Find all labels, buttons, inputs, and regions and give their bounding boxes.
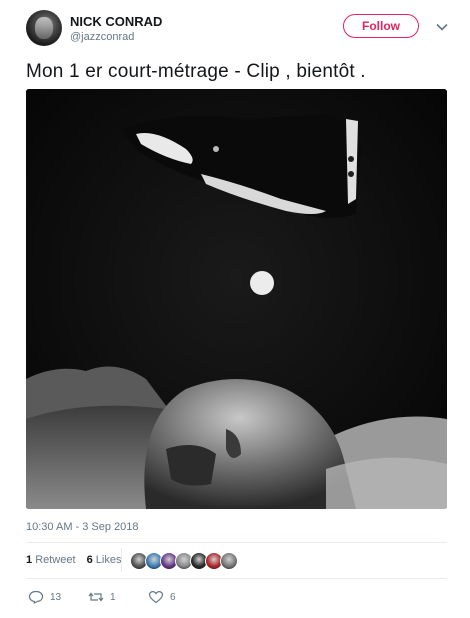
likes-stat-label: Likes (95, 554, 122, 566)
likes-count: 6 (86, 554, 93, 566)
reply-button[interactable]: 13 (28, 589, 61, 605)
user-avatar[interactable] (26, 10, 62, 46)
divider-bottom (26, 578, 447, 579)
tweet-timestamp[interactable]: 10:30 AM - 3 Sep 2018 (26, 521, 139, 533)
like-button[interactable]: 6 (148, 589, 176, 605)
divider-top (26, 542, 447, 543)
likes-stat[interactable]: 6 Likes (87, 554, 122, 566)
retweet-count: 1 (26, 554, 33, 566)
like-action-count: 6 (170, 591, 176, 603)
tweet-photo[interactable] (26, 89, 447, 509)
chevron-down-icon[interactable] (435, 20, 449, 34)
reply-icon (28, 590, 44, 604)
tweet-stats: 1 Retweet 6 Likes (26, 554, 129, 566)
heart-icon (148, 590, 164, 604)
user-display-name[interactable]: NICK CONRAD (70, 14, 162, 29)
retweet-stat[interactable]: 1 Retweet (26, 554, 76, 566)
retweet-action-count: 1 (110, 591, 116, 603)
retweet-icon (88, 592, 104, 602)
follow-button[interactable]: Follow (343, 14, 419, 38)
retweet-stat-label: Retweet (35, 554, 76, 566)
retweet-button[interactable]: 1 (88, 589, 116, 605)
stats-separator (121, 548, 122, 572)
reply-count: 13 (50, 591, 62, 603)
avatar-7[interactable] (220, 552, 238, 570)
photo-image (26, 89, 447, 509)
tweet-header: NICK CONRAD @jazzconrad Follow (26, 10, 456, 50)
tweet-text: Mon 1 er court-métrage - Clip , bientôt … (26, 61, 366, 82)
user-handle[interactable]: @jazzconrad (70, 31, 134, 43)
